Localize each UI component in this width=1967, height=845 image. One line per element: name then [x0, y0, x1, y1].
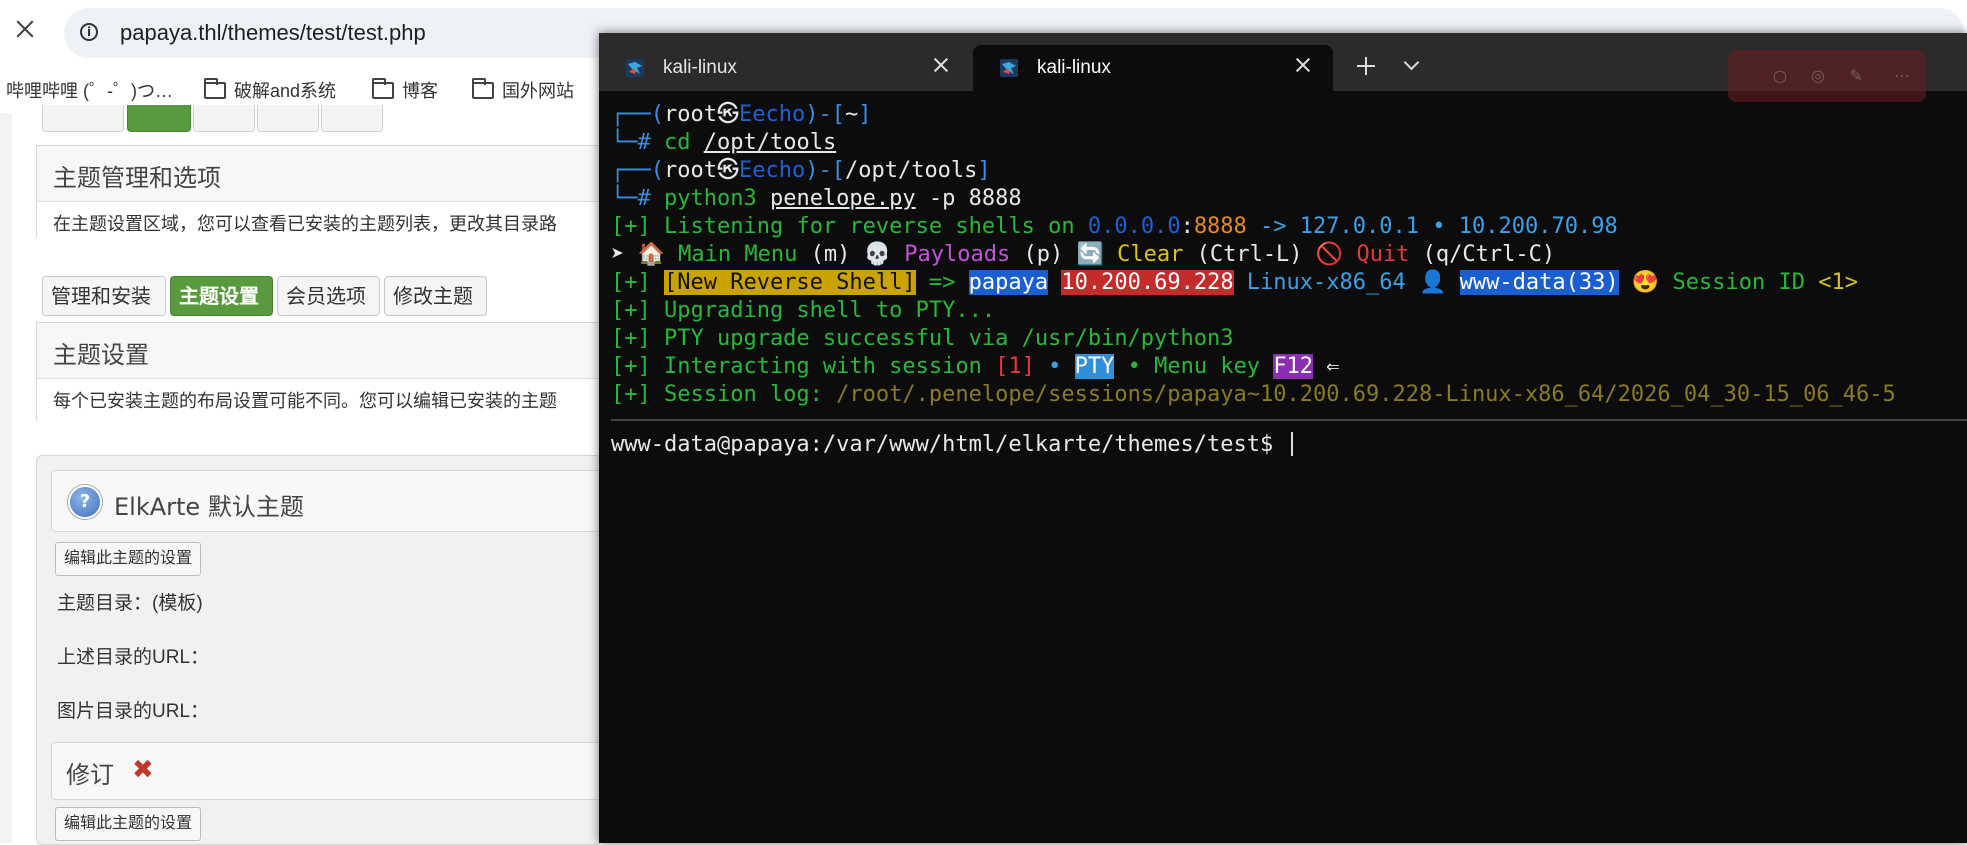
- terminal-window: kali-linux kali-linux ○ ◎ ✎ ⋯ ┌──(root㉿E…: [599, 33, 1967, 843]
- shell-prompt-line[interactable]: www-data@papaya:/var/www/html/elkarte/th…: [611, 431, 1967, 459]
- site-info-icon[interactable]: i: [80, 23, 98, 41]
- chevron-down-icon[interactable]: [1401, 53, 1423, 75]
- terminal-output[interactable]: ┌──(root㉿Eecho)-[~] └─# cd /opt/tools ┌─…: [611, 101, 1967, 843]
- delete-icon[interactable]: ✖: [132, 755, 154, 785]
- theme-name: ElkArte 默认主题: [114, 493, 304, 521]
- help-icon[interactable]: ?: [68, 485, 102, 519]
- prompt-line-2: ┌──(root㉿Eecho)-[/opt/tools]: [611, 158, 991, 183]
- prompt-line-1: ┌──(root㉿Eecho)-[~]: [611, 102, 872, 127]
- listening-line: [+] Listening for reverse shells on 0.0.…: [611, 214, 1618, 239]
- tab-modify-theme[interactable]: 修改主题: [384, 276, 487, 316]
- heart-eyes-icon: 😍: [1631, 270, 1660, 295]
- tab-member-options[interactable]: 会员选项: [277, 276, 380, 316]
- menu-line: ➤ 🏠 Main Menu (m) 💀 Payloads (p) 🔄 Clear…: [611, 242, 1556, 267]
- theme-management-box: 主题管理和选项 在主题设置区域，您可以查看已安装的主题列表，更改其目录路: [36, 145, 614, 244]
- folder-icon: [472, 77, 494, 99]
- close-icon[interactable]: [14, 18, 36, 40]
- theme-panel: ? ElkArte 默认主题 编辑此主题的设置 主题目录：(模板) 上述目录的U…: [36, 455, 613, 845]
- close-tab-icon[interactable]: [1295, 57, 1311, 73]
- skull-icon: 💀: [863, 242, 891, 267]
- kali-linux-icon: [626, 59, 644, 77]
- url-text[interactable]: papaya.thl/themes/test/test.php: [120, 20, 426, 46]
- tab-theme-settings[interactable]: 主题设置: [170, 276, 273, 316]
- terminal-tab-1[interactable]: kali-linux: [599, 45, 971, 91]
- command-line-2: └─# python3 penelope.py -p 8888: [611, 186, 1022, 211]
- new-shell-line: [+] [New Reverse Shell] => papaya 10.200…: [611, 270, 1858, 295]
- close-tab-icon[interactable]: [933, 57, 949, 73]
- pty-success-line: [+] PTY upgrade successful via /usr/bin/…: [611, 326, 1234, 351]
- refresh-icon: 🔄: [1076, 242, 1104, 267]
- search-icon[interactable]: ○: [1770, 66, 1790, 86]
- terminal-tab-bar: kali-linux kali-linux ○ ◎ ✎ ⋯: [599, 33, 1967, 102]
- tab-label: kali-linux: [663, 57, 737, 78]
- theme-header: ? ElkArte 默认主题: [51, 470, 613, 532]
- section-title: 主题设置: [53, 341, 149, 369]
- edit-theme-settings-button-2[interactable]: 编辑此主题的设置: [55, 807, 202, 841]
- bookmark-label: 国外网站: [502, 81, 574, 101]
- bookmark-label: 哔哩哔哩 (゜-゜)つ…: [6, 81, 173, 101]
- theme-settings-box: 主题设置 每个已安装主题的布局设置可能不同。您可以编辑已安装的主题: [36, 322, 614, 421]
- section-description: 每个已安装主题的布局设置可能不同。您可以编辑已安装的主题: [37, 378, 613, 421]
- text-cursor: [1290, 432, 1293, 456]
- interacting-line: [+] Interacting with session [1] • PTY •…: [611, 354, 1340, 379]
- folder-icon: [372, 77, 394, 99]
- forum-page: 主题管理和选项 在主题设置区域，您可以查看已安装的主题列表，更改其目录路 管理和…: [0, 105, 614, 845]
- bookmark-folder-blog[interactable]: 博客: [372, 77, 438, 103]
- command-line-1: └─# cd /opt/tools: [611, 130, 837, 155]
- image-url-label: 图片目录的URL：: [57, 701, 210, 722]
- new-tab-icon[interactable]: [1355, 55, 1377, 77]
- terminal-tab-2[interactable]: kali-linux: [973, 45, 1333, 91]
- user-icon: 👤: [1419, 270, 1447, 295]
- section-title: 主题管理和选项: [53, 164, 221, 192]
- top-tab[interactable]: [257, 105, 319, 132]
- floating-toolbar[interactable]: ○ ◎ ✎ ⋯: [1728, 50, 1926, 102]
- bookmark-folder-crack[interactable]: 破解and系统: [204, 77, 336, 103]
- magic-wand-icon[interactable]: ✎: [1846, 66, 1866, 86]
- tab-manage-install[interactable]: 管理和安装: [42, 276, 166, 316]
- bookmark-label: 破解and系统: [234, 81, 337, 101]
- kali-linux-icon: [1000, 59, 1018, 77]
- home-icon: 🏠: [637, 242, 665, 267]
- more-icon[interactable]: ⋯: [1892, 66, 1912, 86]
- bookmark-label: 博客: [402, 81, 438, 101]
- theme-url-label: 上述目录的URL：: [57, 647, 210, 668]
- bookmark-bilibili[interactable]: 哔哩哔哩 (゜-゜)つ…: [6, 77, 173, 103]
- revision-title: 修订: [66, 761, 114, 789]
- session-log-line: [+] Session log: /root/.penelope/session…: [611, 382, 1896, 407]
- prohibited-icon: 🚫: [1315, 242, 1344, 267]
- edit-theme-settings-button[interactable]: 编辑此主题的设置: [55, 542, 202, 576]
- upgrade-line: [+] Upgrading shell to PTY...: [611, 298, 996, 323]
- tab-label: kali-linux: [1037, 57, 1111, 78]
- top-tab-active[interactable]: [127, 105, 191, 132]
- section-description: 在主题设置区域，您可以查看已安装的主题列表，更改其目录路: [37, 201, 613, 244]
- top-tab[interactable]: [42, 105, 124, 132]
- separator-line: [611, 419, 1967, 421]
- theme-dir-label: 主题目录：(模板): [57, 593, 203, 614]
- top-tab[interactable]: [321, 105, 383, 132]
- ai-icon[interactable]: ◎: [1808, 66, 1828, 86]
- bookmark-folder-foreign[interactable]: 国外网站: [472, 77, 574, 103]
- revision-header: 修订 ✖: [51, 742, 613, 800]
- top-tab[interactable]: [193, 105, 255, 132]
- folder-icon: [204, 77, 226, 99]
